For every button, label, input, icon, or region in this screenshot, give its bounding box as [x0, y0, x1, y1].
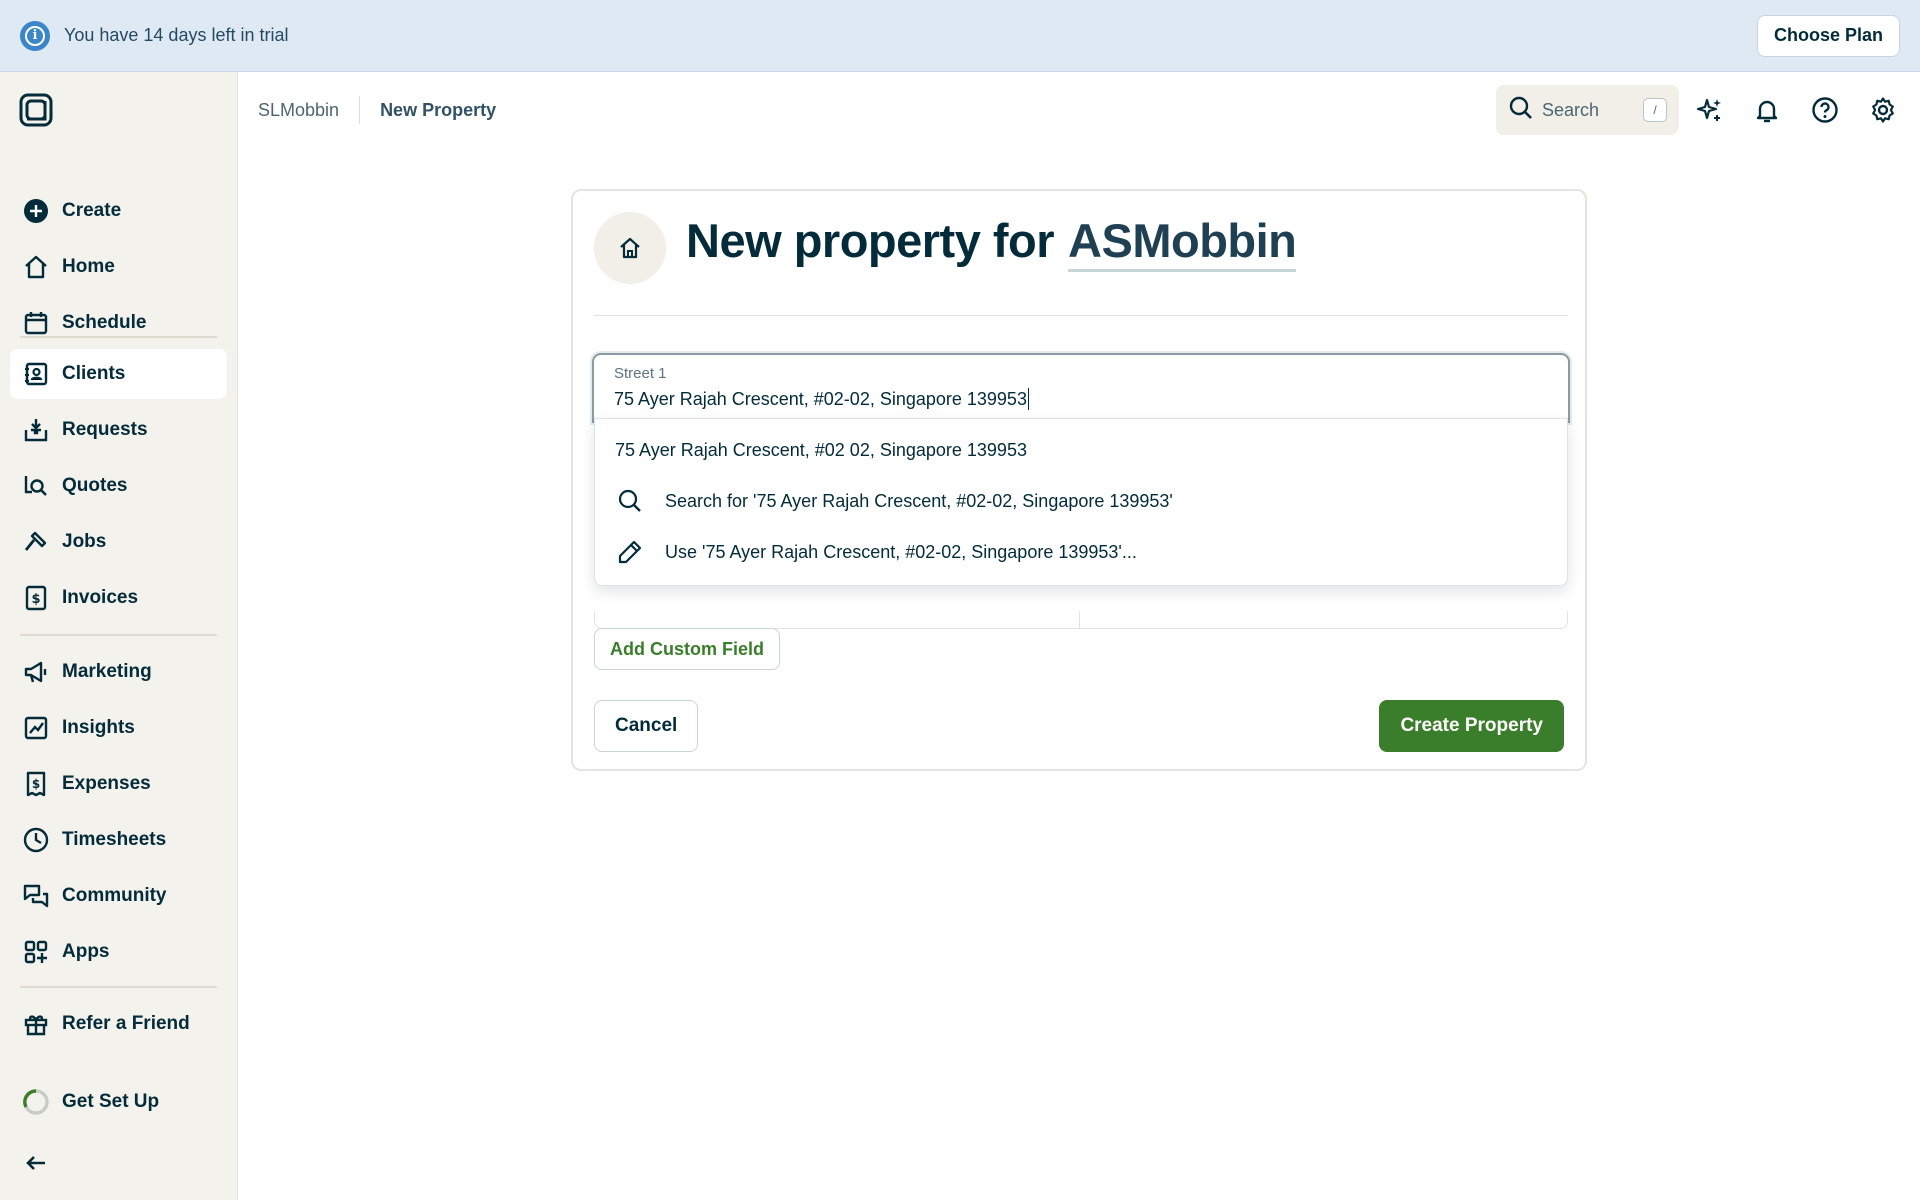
- sidebar-item-label: Invoices: [62, 587, 139, 608]
- sidebar-divider: [20, 986, 217, 988]
- dollar-document-icon: $: [10, 584, 62, 612]
- calendar-icon: [10, 309, 62, 337]
- search-label: Search: [1542, 99, 1600, 120]
- apps-grid-icon: [10, 938, 62, 966]
- svg-text:$: $: [32, 777, 40, 791]
- suggestion-search-item[interactable]: Search for '75 Ayer Rajah Crescent, #02-…: [595, 476, 1569, 526]
- svg-text:$: $: [31, 592, 40, 607]
- home-icon: [594, 212, 666, 284]
- sidebar-item-label: Create: [62, 200, 122, 221]
- sidebar-item-marketing[interactable]: Marketing: [10, 647, 227, 697]
- suggestion-text: Use '75 Ayer Rajah Crescent, #02-02, Sin…: [665, 541, 1137, 562]
- sidebar-item-jobs[interactable]: Jobs: [10, 517, 227, 567]
- suggestion-use-item[interactable]: Use '75 Ayer Rajah Crescent, #02-02, Sin…: [595, 527, 1569, 577]
- sidebar-item-refer-a-friend[interactable]: Refer a Friend: [10, 999, 227, 1049]
- inbox-download-icon: [10, 416, 62, 444]
- quote-search-icon: [10, 472, 62, 500]
- sidebar-item-label: Refer a Friend: [62, 1013, 190, 1034]
- megaphone-icon: [10, 658, 62, 686]
- sidebar-item-label: Clients: [62, 363, 126, 384]
- page-title: New property for ASMobbin: [686, 213, 1297, 272]
- sidebar-item-label: Apps: [62, 941, 110, 962]
- sidebar-item-label: Jobs: [62, 531, 107, 552]
- sidebar-item-insights[interactable]: Insights: [10, 703, 227, 753]
- gift-icon: [10, 1010, 62, 1038]
- sidebar-item-label: Requests: [62, 419, 148, 440]
- gear-icon[interactable]: [1868, 95, 1898, 125]
- sidebar-divider: [20, 336, 217, 338]
- street-1-field[interactable]: Street 1 75 Ayer Rajah Crescent, #02-02,…: [592, 353, 1570, 423]
- client-name-link[interactable]: ASMobbin: [1068, 214, 1297, 272]
- sidebar-item-invoices[interactable]: $ Invoices: [10, 573, 227, 623]
- info-icon: i: [20, 20, 50, 51]
- home-icon: [10, 253, 62, 281]
- hammer-icon: [10, 528, 62, 556]
- sidebar-divider: [20, 634, 217, 636]
- pencil-icon: [595, 539, 665, 565]
- chat-icon: [10, 882, 62, 910]
- search-icon: [1508, 95, 1534, 126]
- street-1-input[interactable]: 75 Ayer Rajah Crescent, #02-02, Singapor…: [614, 388, 1030, 410]
- search-shortcut: /: [1643, 98, 1667, 122]
- suggestion-item[interactable]: 75 Ayer Rajah Crescent, #02 02, Singapor…: [595, 425, 1569, 475]
- sidebar-item-label: Marketing: [62, 661, 152, 682]
- create-property-button[interactable]: Create Property: [1379, 700, 1564, 752]
- sidebar-item-label: Insights: [62, 717, 135, 738]
- new-property-card: New property for ASMobbin Street 1 75 Aye…: [571, 189, 1587, 771]
- collapse-sidebar-button[interactable]: [10, 1138, 227, 1188]
- suggestion-text: Search for '75 Ayer Rajah Crescent, #02-…: [665, 490, 1173, 511]
- clock-icon: [10, 826, 62, 854]
- sidebar-item-label: Get Set Up: [62, 1091, 160, 1112]
- bell-icon[interactable]: [1752, 95, 1782, 125]
- sidebar-item-requests[interactable]: Requests: [10, 405, 227, 455]
- trial-message: You have 14 days left in trial: [64, 25, 289, 45]
- sidebar-item-label: Timesheets: [62, 829, 167, 850]
- breadcrumb-current: New Property: [380, 99, 497, 120]
- progress-ring-icon: [10, 1088, 62, 1116]
- choose-plan-button[interactable]: Choose Plan: [1756, 14, 1900, 57]
- sidebar-item-home[interactable]: Home: [10, 242, 227, 292]
- sidebar-item-timesheets[interactable]: Timesheets: [10, 815, 227, 865]
- search-icon: [595, 488, 665, 514]
- sidebar-item-quotes[interactable]: Quotes: [10, 461, 227, 511]
- breadcrumb: SLMobbin New Property: [258, 96, 496, 124]
- sidebar-item-clients[interactable]: Clients: [10, 349, 227, 399]
- sparkles-icon[interactable]: [1695, 95, 1725, 125]
- sidebar-item-apps[interactable]: Apps: [10, 927, 227, 977]
- receipt-icon: $: [10, 770, 62, 798]
- sidebar-item-expenses[interactable]: $ Expenses: [10, 759, 227, 809]
- sidebar-item-create[interactable]: Create: [10, 186, 227, 236]
- sidebar-item-label: Schedule: [62, 312, 147, 333]
- sidebar-item-label: Expenses: [62, 773, 151, 794]
- contacts-icon: [10, 360, 62, 388]
- breadcrumb-client-link[interactable]: SLMobbin: [258, 100, 339, 121]
- address-field-row: [594, 611, 1568, 629]
- sidebar-item-schedule[interactable]: Schedule: [10, 298, 227, 348]
- add-custom-field-button[interactable]: Add Custom Field: [594, 628, 780, 670]
- sidebar-item-community[interactable]: Community: [10, 871, 227, 921]
- help-icon[interactable]: [1810, 95, 1840, 125]
- title-divider: [594, 315, 1568, 316]
- sidebar-item-label: Quotes: [62, 475, 128, 496]
- trial-banner: i You have 14 days left in trial Choose …: [0, 0, 1920, 72]
- sidebar-item-label: Community: [62, 885, 167, 906]
- street-1-label: Street 1: [614, 365, 667, 382]
- title-prefix: New property for: [686, 214, 1055, 267]
- sidebar-item-get-set-up[interactable]: Get Set Up: [10, 1077, 227, 1127]
- address-suggestions-dropdown: 75 Ayer Rajah Crescent, #02 02, Singapor…: [594, 418, 1568, 586]
- app-logo-icon[interactable]: [18, 92, 54, 128]
- cancel-button[interactable]: Cancel: [594, 700, 699, 752]
- sidebar: Create Home Schedule Clients Requests Qu…: [0, 72, 238, 1200]
- suggestion-text: 75 Ayer Rajah Crescent, #02 02, Singapor…: [615, 439, 1027, 460]
- sidebar-item-label: Home: [62, 256, 115, 277]
- plus-circle-icon: [10, 197, 62, 225]
- arrow-left-icon: [10, 1149, 62, 1177]
- chart-icon: [10, 714, 62, 742]
- breadcrumb-separator: [359, 96, 361, 124]
- search-box[interactable]: Search /: [1496, 85, 1679, 135]
